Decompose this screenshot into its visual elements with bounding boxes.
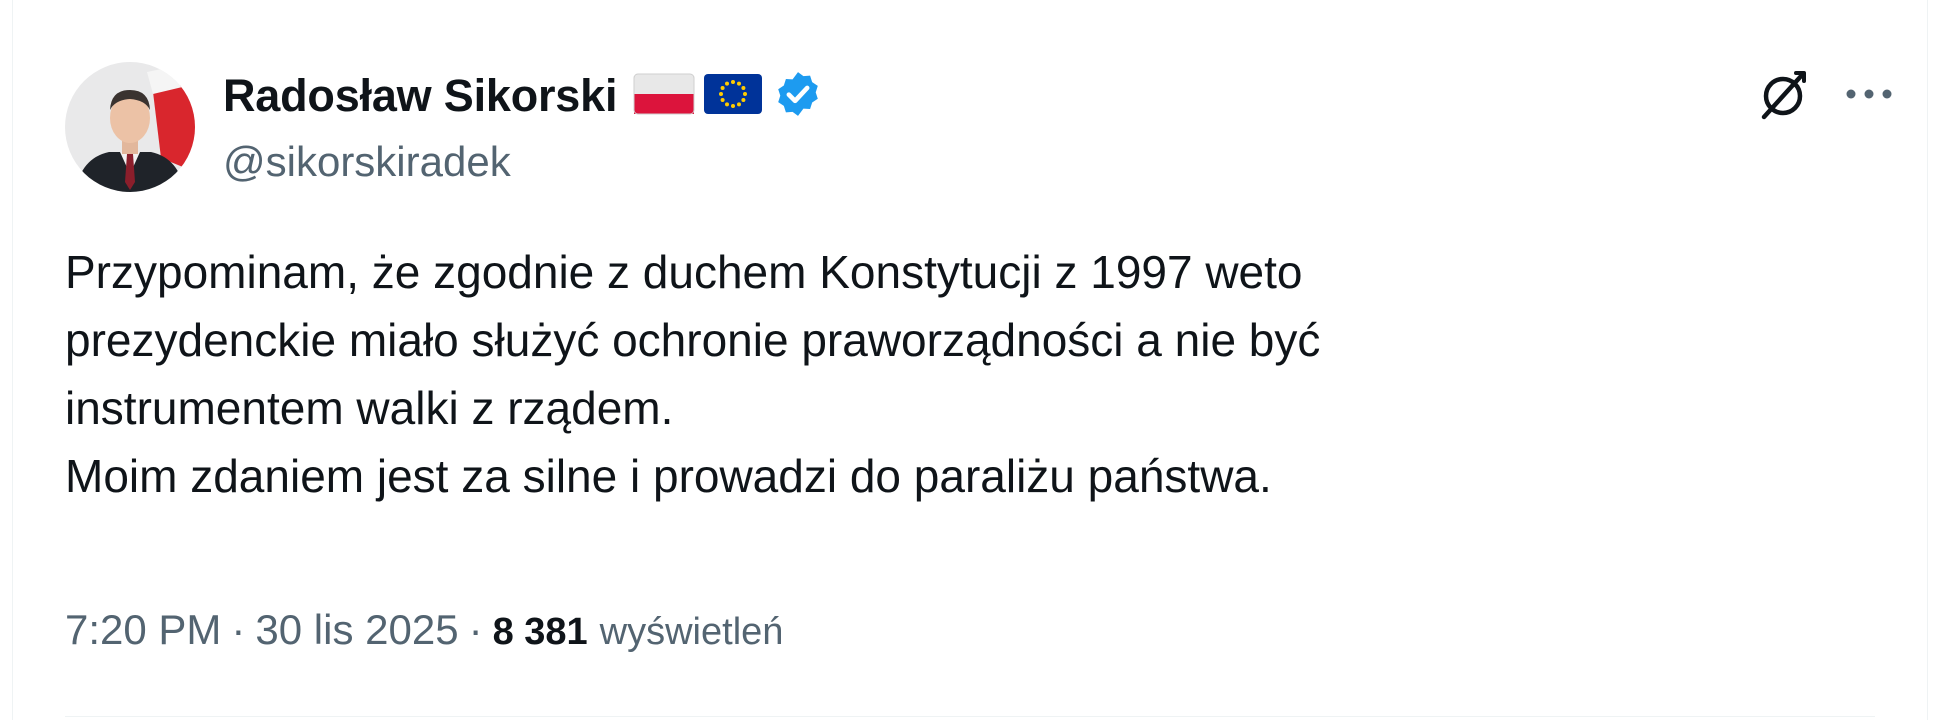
- views-count: 8 381: [492, 611, 588, 653]
- poland-flag-icon: [633, 72, 695, 121]
- author-name-row: Radosław Sikorski: [223, 68, 823, 124]
- tweet-text-line: prezydenckie miało służyć ochronie prawo…: [65, 314, 1321, 366]
- meta-separator: ·: [468, 606, 483, 653]
- meta-separator: ·: [231, 606, 246, 653]
- grok-button[interactable]: [1749, 62, 1817, 130]
- tweet-text-line: instrumentem walki z rządem.: [65, 382, 674, 434]
- tweet-card: Radosław Sikorski @sikorskiradek Przypom…: [12, 0, 1928, 720]
- tweet-time[interactable]: 7:20 PM: [65, 606, 221, 654]
- author-display-name[interactable]: Radosław Sikorski: [223, 70, 617, 122]
- more-options-icon: [1845, 87, 1893, 105]
- avatar[interactable]: [65, 62, 195, 192]
- views-label: wyświetleń: [599, 611, 784, 653]
- grok-icon: [1756, 67, 1810, 126]
- author-handle[interactable]: @sikorskiradek: [223, 138, 511, 186]
- tweet-text-line: Moim zdaniem jest za silne i prowadzi do…: [65, 450, 1272, 502]
- tweet-text: Przypominam, że zgodnie z duchem Konstyt…: [65, 238, 1765, 510]
- tweet-meta: 7:20 PM · 30 lis 2025 · 8 381 wyświetleń: [65, 606, 783, 654]
- tweet-date[interactable]: 30 lis 2025: [255, 606, 458, 654]
- divider: [65, 716, 1875, 717]
- verified-badge-icon[interactable]: [773, 69, 823, 124]
- avatar-photo: [65, 62, 195, 192]
- tweet-text-line: Przypominam, że zgodnie z duchem Konstyt…: [65, 246, 1303, 298]
- more-options-button[interactable]: [1835, 62, 1903, 130]
- eu-flag-icon: [703, 72, 763, 121]
